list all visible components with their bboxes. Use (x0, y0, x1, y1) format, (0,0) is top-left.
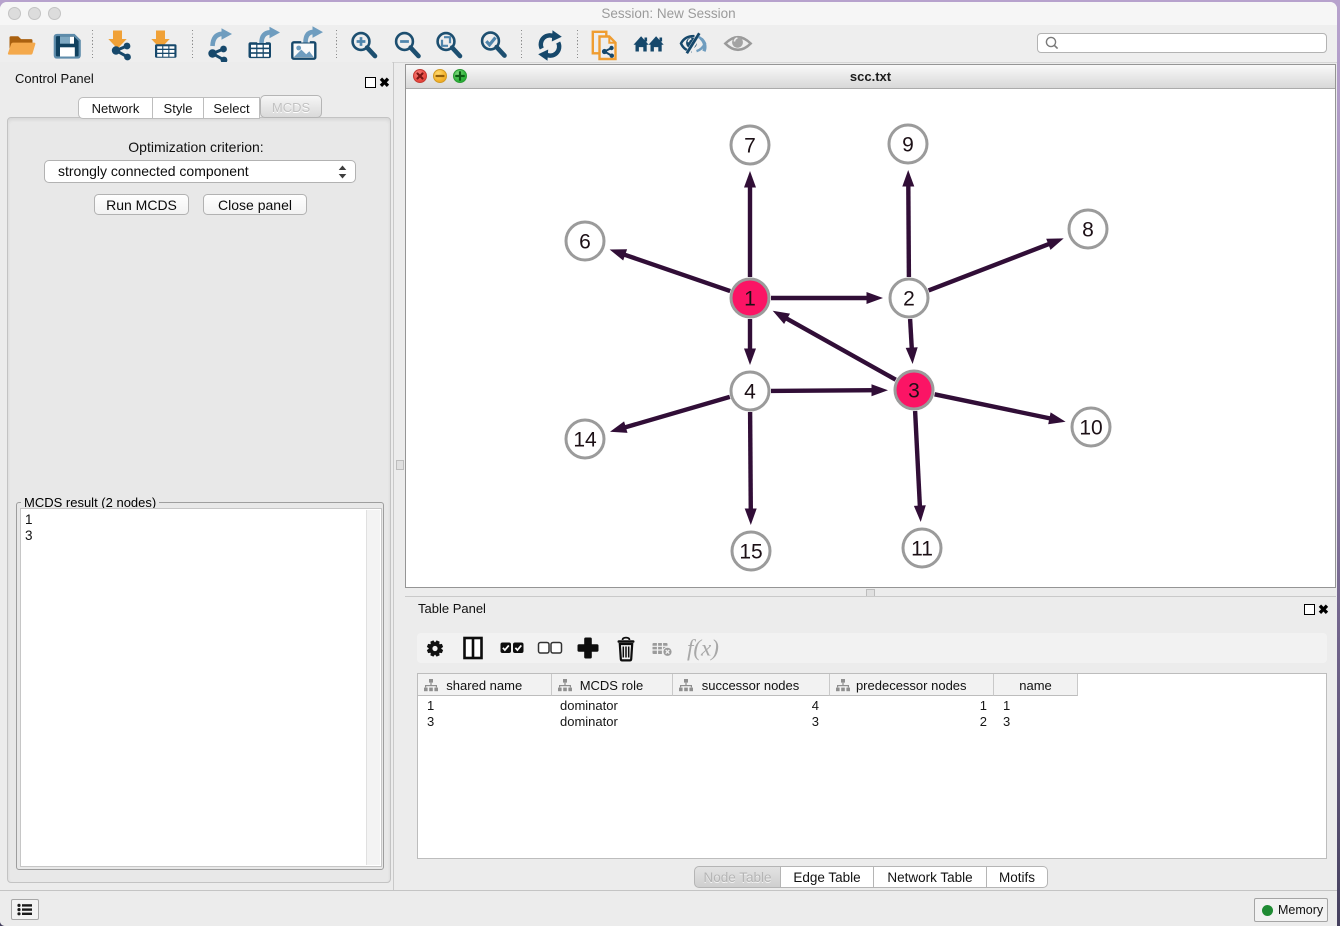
svg-text:7: 7 (744, 135, 756, 158)
svg-text:11: 11 (911, 538, 933, 561)
svg-text:8: 8 (1082, 219, 1094, 242)
svg-text:f(x): f(x) (687, 636, 719, 661)
svg-text:14: 14 (573, 429, 597, 452)
svg-text:10: 10 (1079, 417, 1102, 440)
svg-text:15: 15 (739, 541, 762, 564)
svg-text:6: 6 (579, 231, 591, 254)
svg-text:9: 9 (902, 134, 914, 157)
svg-text:4: 4 (744, 381, 756, 404)
svg-text:3: 3 (908, 380, 920, 403)
svg-text:2: 2 (903, 288, 915, 311)
svg-text:1: 1 (744, 288, 756, 311)
